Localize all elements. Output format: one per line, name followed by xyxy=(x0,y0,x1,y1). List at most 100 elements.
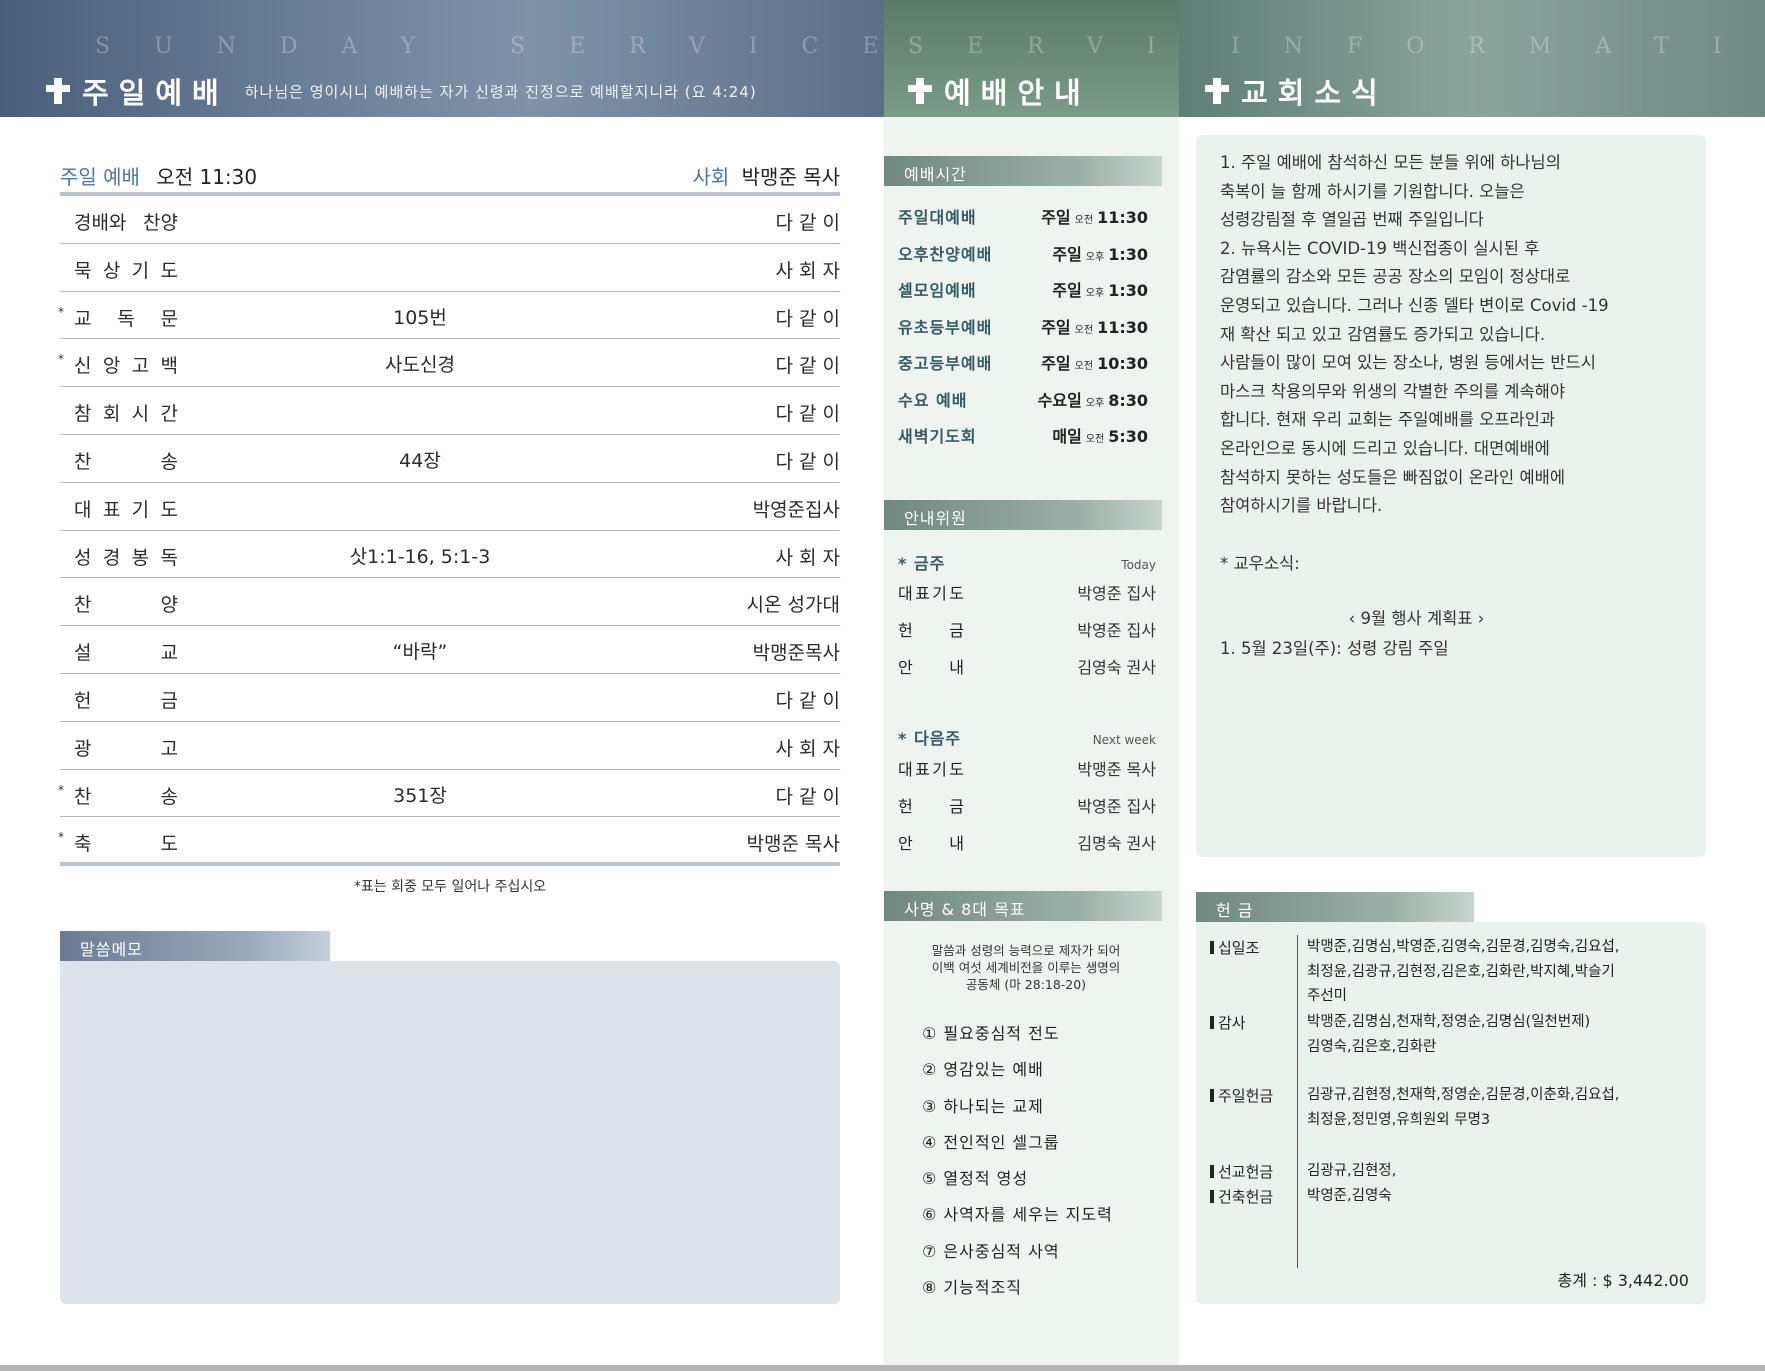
news-line: 사람들이 많이 모여 있는 장소나, 병원 등에서는 반드시 xyxy=(1220,353,1596,373)
header-title-group: 예배안내 xyxy=(908,70,1091,112)
name-line: 박맹준,김명심,천재학,정영순,김명심(일천번제) xyxy=(1307,1014,1591,1030)
duty-role: 헌금 xyxy=(898,617,964,641)
name-line: 김영숙,김은호,김화란 xyxy=(1307,1038,1437,1055)
name-line: 김광규,김현정, xyxy=(1307,1163,1397,1179)
this-week-sub: Today xyxy=(1121,558,1156,572)
label-part: 경배와 xyxy=(74,212,127,234)
name-line: 박맹준,김명심,박영준,김영숙,김문경,김명숙,김요섭, xyxy=(1307,939,1620,955)
goal-item: ⑥ 사역자를 세우는 지도력 xyxy=(922,1205,1113,1225)
label-part: 찬 xyxy=(74,450,92,473)
next-week-heading: * 다음주 Next week xyxy=(898,725,1156,751)
service-time: 오전 11:30 xyxy=(156,164,258,189)
order-row: 경배와 찬양 다 같 이 xyxy=(60,196,840,244)
label-part: 내 xyxy=(949,658,964,677)
standing-mark: * xyxy=(58,304,64,319)
host-name: 박맹준 목사 xyxy=(741,164,840,189)
duty-role: 안내 xyxy=(898,830,964,854)
worship-clock: 1:30 xyxy=(1108,281,1148,300)
label-part: 문 xyxy=(160,307,178,330)
label-part: 고 xyxy=(131,355,150,378)
worship-time: 주일 오후 1:30 xyxy=(1052,277,1148,301)
worship-day: 주일 xyxy=(1052,281,1082,300)
worship-day: 주일 xyxy=(1041,317,1071,337)
order-row: * 축 도 박맹준 목사 xyxy=(58,817,840,866)
worship-ampm: 오후 xyxy=(1085,397,1105,409)
label-part: 도 xyxy=(160,833,178,856)
worship-day: 수요일 xyxy=(1037,390,1082,410)
order-leader: 다 같 이 xyxy=(775,450,840,473)
order-leader: 다 같 이 xyxy=(775,355,840,378)
news-line: 1. 주일 예배에 참석하신 모든 분들 위에 하나님의 xyxy=(1220,153,1561,172)
schedule-item: 1. 5월 23일(주): 성령 강림 주일 xyxy=(1220,639,1449,658)
label-part: 상 xyxy=(102,259,121,282)
label-part: 앙 xyxy=(102,355,121,378)
next-week-title: * 다음주 xyxy=(898,729,962,748)
building-offering-names: 박영준,김영숙 xyxy=(1307,1184,1687,1209)
order-detail: 삿1:1-16, 5:1-3 xyxy=(349,545,491,568)
goal-item: ⑤ 열정적 영성 xyxy=(922,1169,1029,1189)
divider xyxy=(60,862,840,866)
order-leader: 다 같 이 xyxy=(775,689,840,712)
goal-item: ⑦ 은사중심적 사역 xyxy=(922,1241,1060,1261)
label-part: 묵 xyxy=(74,259,92,282)
tithe-names: 박맹준,김명심,박영준,김영숙,김문경,김명숙,김요섭, 최정윤,김광규,김현정… xyxy=(1307,935,1687,1009)
label-part: 표 xyxy=(915,584,930,603)
worship-time: 주일 오후 1:30 xyxy=(1052,241,1148,265)
goal-item: ② 영감있는 예배 xyxy=(922,1060,1044,1080)
label-part: 성 xyxy=(74,546,92,569)
mission-label: 사명 & 8대 목표 xyxy=(884,891,1162,921)
label-part: 헌 xyxy=(898,621,913,640)
order-item: 광고 xyxy=(74,734,178,761)
thanks-category: 감사 xyxy=(1210,1012,1246,1033)
memo-box xyxy=(60,961,840,1304)
worship-time-row: 수요 예배 수요일 오후 8:30 xyxy=(898,385,1150,422)
worship-clock: 10:30 xyxy=(1097,354,1148,373)
order-row: * 교 독 문 105번 다 같 이 xyxy=(58,292,840,340)
duty-person: 박맹준 목사 xyxy=(1077,760,1156,779)
worship-time-row: 셀모임예배 주일 오후 1:30 xyxy=(898,275,1150,312)
worship-clock: 8:30 xyxy=(1108,390,1148,410)
mission-offering-names: 김광규,김현정, xyxy=(1307,1159,1687,1184)
service-label: 주일 예배 xyxy=(60,164,140,189)
worship-time-row: 주일대예배 주일 오전 11:30 xyxy=(898,202,1150,239)
worship-time: 주일 오전 10:30 xyxy=(1041,350,1148,374)
label-part: 독 xyxy=(160,546,178,569)
order-item: 경배와 찬양 xyxy=(74,208,178,235)
label-part: 참 xyxy=(74,403,92,426)
worship-time: 매일 오전 5:30 xyxy=(1052,423,1148,447)
label-part: 금 xyxy=(949,797,964,816)
worship-name: 새벽기도회 xyxy=(898,427,977,446)
news-line: 운영되고 있습니다. 그러나 신종 델타 변이로 Covid -19 xyxy=(1220,295,1609,315)
order-row: 참회시간 다 같 이 xyxy=(60,387,840,435)
order-detail: 사도신경 xyxy=(385,354,455,377)
order-item: 묵상기도 xyxy=(74,256,178,283)
order-leader: 사 회 자 xyxy=(775,737,840,760)
label-part: 기 xyxy=(131,259,150,282)
label-part: 기 xyxy=(932,584,947,603)
goal-item: ⑧ 기능적조직 xyxy=(922,1278,1023,1298)
worship-day: 주일 xyxy=(1041,354,1071,373)
sunday-offering-category: 주일헌금 xyxy=(1210,1085,1273,1106)
order-item: 설교 xyxy=(74,638,178,665)
worship-name: 셀모임예배 xyxy=(898,281,977,300)
duty-person: 박영준 집사 xyxy=(1077,797,1156,816)
mission-line: 공동체 (마 28:18-20) xyxy=(965,977,1087,992)
order-detail: “바락” xyxy=(392,641,448,664)
label-part: 교 xyxy=(74,307,92,330)
worship-time-row: 유초등부예배 주일 오전 11:30 xyxy=(898,312,1150,349)
label-part: 고 xyxy=(160,737,178,760)
order-item: 교독문 xyxy=(74,304,178,331)
order-of-service-list: 경배와 찬양 다 같 이묵상기도사 회 자 * 교 독 문 105번 다 같 이 * 신 앙 고 백 사도신… xyxy=(58,196,840,866)
worship-times-list: 주일대예배 주일 오전 11:30 오후찬양예배 주일 오후 1:30 셀모임예배 주일 오후 1:3… xyxy=(898,202,1150,458)
label-part: 대 xyxy=(74,498,92,521)
worship-day: 매일 xyxy=(1052,427,1082,446)
label-part: 신 xyxy=(74,355,92,378)
header-watermark: INFORMATION xyxy=(1231,34,1765,59)
order-item: 신앙고백 xyxy=(74,351,178,378)
building-offering-category: 건축헌금 xyxy=(1210,1186,1273,1207)
worship-ampm: 오후 xyxy=(1085,288,1105,299)
order-leader: 박맹준 목사 xyxy=(746,833,840,856)
schedule-title: ‹ 9월 행사 계획표 › xyxy=(1348,609,1485,628)
thanks-names: 박맹준,김명심,천재학,정영순,김명심(일천번제) 김영숙,김은호,김화란 xyxy=(1307,1010,1687,1059)
duty-person: 박영준 집사 xyxy=(1077,621,1156,640)
